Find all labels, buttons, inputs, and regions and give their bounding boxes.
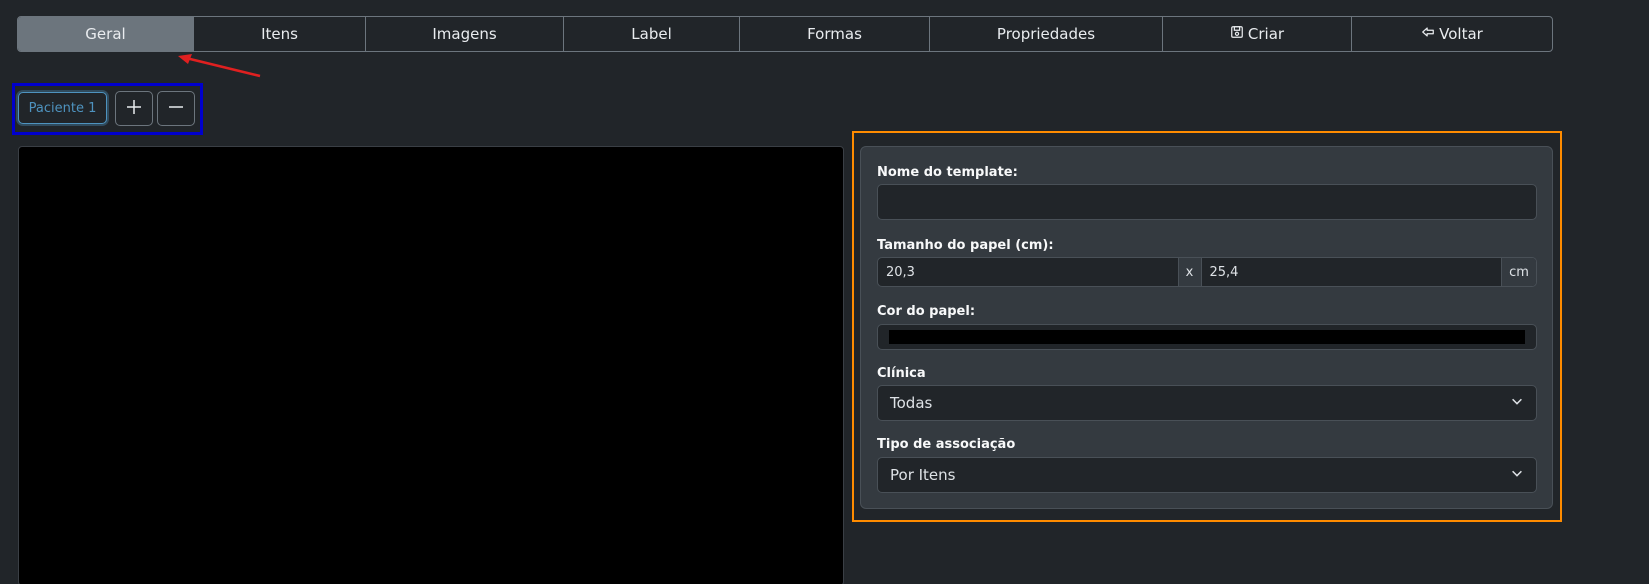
tab-itens[interactable]: Itens [194,17,366,51]
template-canvas[interactable] [18,146,844,584]
annotation-arrow [178,54,261,78]
annotation-orange-box [852,131,1562,522]
main-nav: Geral Itens Imagens Label Formas Proprie… [17,16,1553,52]
tab-label: Label [631,25,672,43]
tab-propriedades[interactable]: Propriedades [930,17,1163,51]
criar-button[interactable]: Criar [1163,17,1352,51]
tab-label: Formas [807,25,862,43]
tab-label: Itens [261,25,298,43]
voltar-button[interactable]: Voltar [1352,17,1552,51]
tab-label: Geral [85,25,126,43]
tab-formas[interactable]: Formas [740,17,930,51]
tab-geral[interactable]: Geral [18,17,194,51]
tab-label: Voltar [1439,25,1483,43]
tab-imagens[interactable]: Imagens [366,17,564,51]
tab-label: Criar [1247,25,1285,43]
tab-label: Imagens [432,25,497,43]
save-icon [1230,25,1244,43]
tab-label: Propriedades [996,25,1096,43]
annotation-blue-box [12,83,203,135]
tab-label[interactable]: Label [564,17,740,51]
arrow-left-icon [1421,25,1435,43]
